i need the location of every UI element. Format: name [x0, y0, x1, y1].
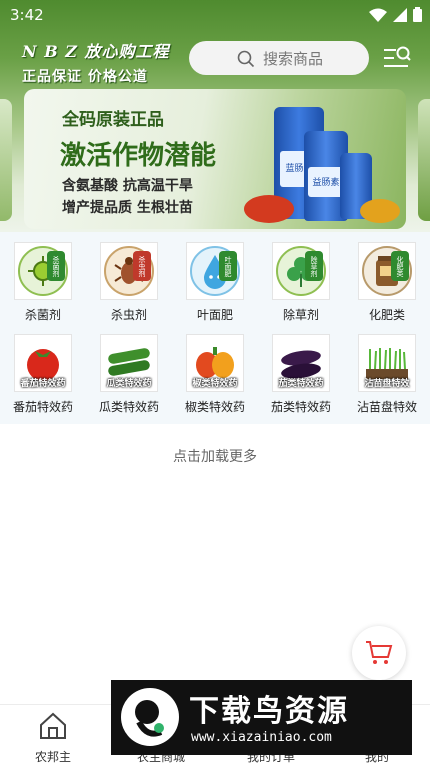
pepper-image [360, 199, 400, 223]
status-time: 3:42 [10, 6, 44, 24]
category-fertilizer[interactable]: 化肥类 化肥类 [344, 232, 430, 322]
category-foliar-fertilizer[interactable]: 叶面肥 叶面肥 [172, 232, 258, 322]
category-tomato[interactable]: 番茄特效药 番茄特效药 [0, 324, 86, 414]
category-label: 沾苗盘特效 [356, 400, 417, 414]
category-badge: 瓜类特效药 [106, 379, 152, 389]
search-input[interactable]: 搜索商品 [189, 41, 369, 75]
category-eggplant[interactable]: 茄类特效药 茄类特效药 [258, 324, 344, 414]
promo-banner[interactable]: 全码原装正品 激活作物潜能 含氨基酸 抗高温干旱 增产提品质 生根壮苗 蓝肠素 … [24, 89, 406, 229]
category-search-icon[interactable] [382, 44, 412, 72]
watermark-overlay: 下载鸟资源 www.xiazainiao.com [111, 680, 412, 755]
banner-line4: 增产提品质 生根壮苗 [62, 200, 193, 216]
category-badge: 杀菌剂 [47, 251, 65, 281]
category-image: 叶面肥 [186, 242, 244, 300]
category-image: 化肥类 [358, 242, 416, 300]
watermark-logo-icon [121, 688, 179, 746]
cart-icon [366, 641, 393, 664]
category-pepper[interactable]: 椒类特效药 椒类特效药 [172, 324, 258, 414]
banner-line2: 激活作物潜能 [60, 141, 217, 171]
category-image: 瓜类特效药 [100, 334, 158, 392]
search-icon [237, 50, 255, 68]
category-label: 除草剂 [282, 308, 319, 322]
category-label: 番茄特效药 [12, 400, 73, 414]
tab-label: 农邦主 [34, 750, 71, 764]
category-badge: 除草剂 [305, 251, 323, 281]
category-badge: 叶面肥 [219, 251, 237, 281]
watermark-url: www.xiazainiao.com [191, 730, 332, 745]
category-badge: 番茄特效药 [20, 379, 66, 389]
category-insecticide[interactable]: 杀虫剂 杀虫剂 [86, 232, 172, 322]
watermark-title: 下载鸟资源 [189, 694, 349, 729]
category-badge: 杀虫剂 [133, 251, 151, 281]
category-herbicide[interactable]: 除草剂 除草剂 [258, 232, 344, 322]
banner-line3: 含氨基酸 抗高温干旱 [62, 178, 193, 194]
status-icons [369, 7, 422, 22]
category-image: 茄类特效药 [272, 334, 330, 392]
category-label: 叶面肥 [196, 308, 233, 322]
category-image: 椒类特效药 [186, 334, 244, 392]
signal-icon [393, 7, 407, 22]
category-grid: 杀菌剂 杀菌剂 杀虫剂 杀虫剂 叶面肥 叶面肥 除草剂 除草剂 化肥类 化肥类 … [0, 232, 430, 424]
logo-line2: 正品保证 价格公道 [22, 69, 148, 85]
category-image: 杀菌剂 [14, 242, 72, 300]
pepper-image [244, 195, 294, 223]
category-label: 杀菌剂 [24, 308, 61, 322]
banner-line1: 全码原装正品 [62, 110, 164, 130]
category-image: 沾苗盘特效 [358, 334, 416, 392]
category-badge: 化肥类 [391, 251, 409, 281]
category-image: 杀虫剂 [100, 242, 158, 300]
category-melon[interactable]: 瓜类特效药 瓜类特效药 [86, 324, 172, 414]
category-image: 番茄特效药 [14, 334, 72, 392]
category-label: 瓜类特效药 [98, 400, 159, 414]
home-icon [40, 712, 66, 739]
tab-home[interactable]: 农邦主 [10, 711, 96, 764]
category-fungicide[interactable]: 杀菌剂 杀菌剂 [0, 232, 86, 322]
app-logo: N B Z 放心购工程 正品保证 价格公道 [22, 38, 182, 85]
load-more-button[interactable]: 点击加载更多 [0, 446, 430, 466]
category-seedling-tray[interactable]: 沾苗盘特效 沾苗盘特效 [344, 324, 430, 414]
category-label: 茄类特效药 [270, 400, 331, 414]
battery-icon [413, 7, 422, 22]
search-placeholder: 搜索商品 [263, 49, 324, 68]
banner-next-peek[interactable] [418, 99, 430, 221]
category-label: 杀虫剂 [110, 308, 147, 322]
bottle-label: 益肠素 [308, 167, 344, 197]
cart-button[interactable] [352, 626, 406, 680]
wifi-icon [369, 8, 387, 22]
category-label: 化肥类 [368, 308, 405, 322]
banner-prev-peek[interactable] [0, 99, 12, 221]
status-bar: 3:42 [0, 0, 430, 30]
category-badge: 茄类特效药 [278, 379, 324, 389]
category-label: 椒类特效药 [184, 400, 245, 414]
category-badge: 椒类特效药 [192, 379, 238, 389]
category-badge: 沾苗盘特效 [364, 379, 410, 389]
category-image: 除草剂 [272, 242, 330, 300]
logo-line1: N B Z 放心购工程 [22, 42, 170, 61]
